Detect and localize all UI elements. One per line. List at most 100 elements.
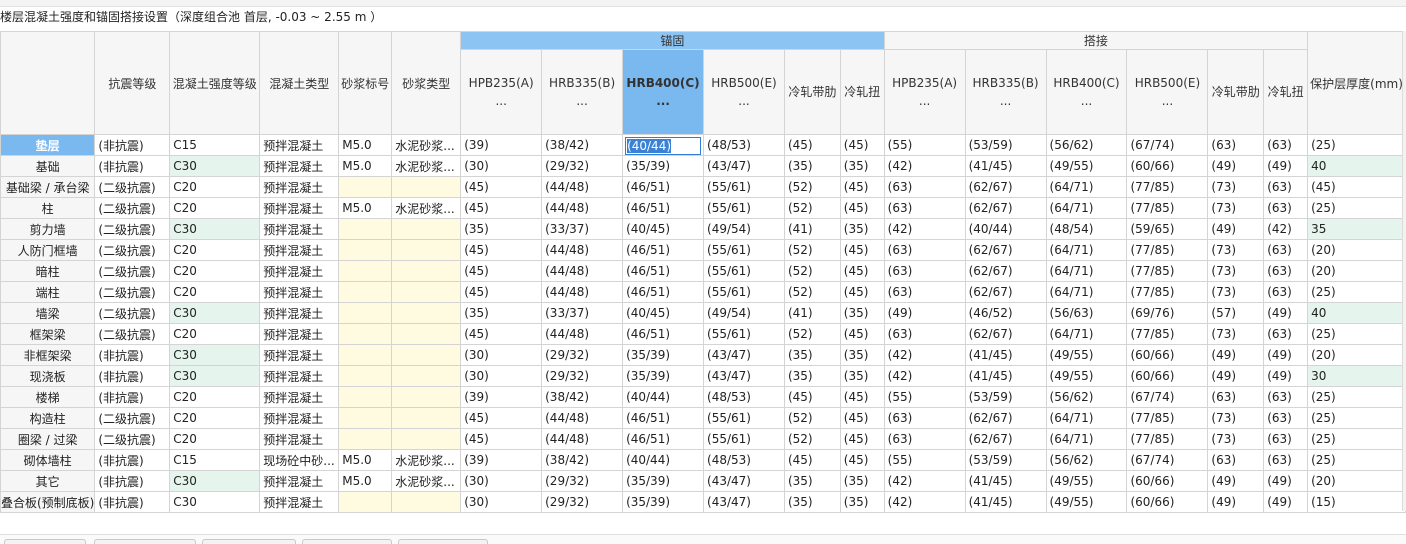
row-header[interactable]: 楼梯: [0, 386, 96, 408]
grid-cell[interactable]: (40/44): [964, 218, 1047, 240]
table-row[interactable]: 柱 (二级抗震) C20 预拌混凝土 M5.0 水泥砂浆... (45) (44/48) (46…: [0, 197, 1406, 219]
grid-cell[interactable]: (57): [1207, 302, 1265, 324]
grid-cell[interactable]: (63): [1263, 323, 1309, 345]
grid-cell[interactable]: (35/39): [622, 155, 705, 177]
grid-cell[interactable]: (45): [783, 386, 841, 408]
grid-cell[interactable]: (35/39): [622, 344, 705, 366]
grid-cell[interactable]: (63): [1263, 260, 1309, 282]
grid-cell[interactable]: M5.0: [338, 470, 393, 492]
row-header[interactable]: 柱: [0, 197, 96, 219]
grid-cell[interactable]: (55/61): [703, 176, 785, 198]
grid-cell[interactable]: (15): [1307, 491, 1406, 513]
grid-cell[interactable]: 预拌混凝土: [259, 134, 340, 156]
grid-cell[interactable]: (45): [839, 197, 885, 219]
grid-cell[interactable]: (二级抗震): [94, 218, 171, 240]
row-header[interactable]: 垫层: [0, 134, 96, 156]
grid-cell[interactable]: (44/48): [541, 260, 624, 282]
grid-cell[interactable]: (46/51): [622, 281, 705, 303]
grid-cell[interactable]: (49): [883, 302, 966, 324]
grid-cell[interactable]: (73): [1207, 239, 1265, 261]
column-header[interactable]: HPB235(A)...: [460, 49, 543, 135]
table-row[interactable]: 人防门框墙 (二级抗震) C20 预拌混凝土 (45) (44/48) (46/51) (55…: [0, 239, 1406, 261]
grid-cell[interactable]: (43/47): [703, 365, 785, 387]
grid-cell[interactable]: (40/45): [622, 218, 705, 240]
grid-cell[interactable]: (35): [839, 344, 885, 366]
grid-cell[interactable]: (55/61): [703, 407, 785, 429]
column-header[interactable]: 保护层厚度(mm): [1307, 31, 1406, 135]
grid-cell[interactable]: (25): [1307, 134, 1406, 156]
grid-cell[interactable]: (55/61): [703, 323, 785, 345]
grid-cell[interactable]: (67/74): [1126, 134, 1209, 156]
grid-cell[interactable]: (56/63): [1045, 302, 1128, 324]
grid-cell[interactable]: (25): [1307, 407, 1406, 429]
grid-cell[interactable]: C30: [169, 218, 261, 240]
grid-cell[interactable]: (45): [839, 386, 885, 408]
grid-cell[interactable]: (29/32): [541, 365, 624, 387]
grid-cell[interactable]: (43/47): [703, 155, 785, 177]
grid-cell[interactable]: (25): [1307, 428, 1406, 450]
grid-cell[interactable]: (30): [460, 491, 543, 513]
table-row[interactable]: 现浇板 (非抗震) C30 预拌混凝土 (30) (29/32) (35/39) (43/47…: [0, 365, 1406, 387]
grid-cell[interactable]: [391, 239, 462, 261]
grid-cell[interactable]: [338, 281, 393, 303]
grid-cell[interactable]: (45): [839, 449, 885, 471]
column-header[interactable]: HRB335(B)...: [964, 49, 1047, 135]
grid-cell[interactable]: (45): [839, 281, 885, 303]
grid-cell[interactable]: (35/39): [622, 470, 705, 492]
grid-cell[interactable]: (35): [839, 491, 885, 513]
grid-cell[interactable]: (62/67): [964, 407, 1047, 429]
grid-cell[interactable]: (41/45): [964, 491, 1047, 513]
grid-cell[interactable]: (44/48): [541, 239, 624, 261]
grid-cell[interactable]: (49/55): [1045, 344, 1128, 366]
grid-cell[interactable]: 预拌混凝土: [259, 428, 340, 450]
grid-cell[interactable]: (55/61): [703, 239, 785, 261]
grid-cell[interactable]: (25): [1307, 281, 1406, 303]
grid-cell[interactable]: (45): [839, 260, 885, 282]
column-header[interactable]: HRB335(B)...: [541, 49, 624, 135]
grid-cell[interactable]: (35): [783, 155, 841, 177]
grid-cell[interactable]: (63): [1207, 449, 1265, 471]
grid-cell[interactable]: (二级抗震): [94, 302, 171, 324]
grid-cell[interactable]: (38/42): [541, 449, 624, 471]
grid-cell[interactable]: (48/53): [703, 449, 785, 471]
column-header[interactable]: 冷轧扭: [1263, 49, 1309, 135]
grid-cell[interactable]: (42): [883, 365, 966, 387]
grid-cell[interactable]: (60/66): [1126, 344, 1209, 366]
grid-cell[interactable]: 预拌混凝土: [259, 365, 340, 387]
grid-cell[interactable]: [391, 218, 462, 240]
column-header[interactable]: 冷轧带肋: [783, 49, 841, 135]
grid-cell[interactable]: (二级抗震): [94, 281, 171, 303]
grid-cell[interactable]: (29/32): [541, 155, 624, 177]
grid-cell[interactable]: (20): [1307, 470, 1406, 492]
grid-cell[interactable]: [338, 323, 393, 345]
grid-cell[interactable]: (49): [1263, 344, 1309, 366]
grid-cell[interactable]: (63): [883, 197, 966, 219]
vertical-scrollbar[interactable]: [1402, 31, 1406, 511]
grid-cell[interactable]: (35): [839, 365, 885, 387]
grid-cell[interactable]: (41): [783, 302, 841, 324]
grid-cell[interactable]: (73): [1207, 407, 1265, 429]
grid-cell[interactable]: [338, 176, 393, 198]
column-header[interactable]: HPB235(A)...: [883, 49, 966, 135]
grid-cell[interactable]: (45): [460, 407, 543, 429]
grid-cell[interactable]: (25): [1307, 449, 1406, 471]
row-header[interactable]: 非框架梁: [0, 344, 96, 366]
grid-cell[interactable]: (非抗震): [94, 449, 171, 471]
grid-cell[interactable]: (35): [783, 365, 841, 387]
grid-cell[interactable]: (63): [1263, 281, 1309, 303]
grid-cell[interactable]: (52): [783, 428, 841, 450]
grid-cell[interactable]: (46/51): [622, 176, 705, 198]
grid-cell[interactable]: (48/53): [703, 386, 785, 408]
grid-cell[interactable]: (77/85): [1126, 239, 1209, 261]
row-header[interactable]: 框架梁: [0, 323, 96, 345]
grid-cell[interactable]: 40: [1307, 302, 1406, 324]
row-header[interactable]: 墙梁: [0, 302, 96, 324]
grid-cell[interactable]: 水泥砂浆...: [391, 449, 462, 471]
grid-cell[interactable]: (非抗震): [94, 491, 171, 513]
grid-cell[interactable]: (52): [783, 176, 841, 198]
grid-cell[interactable]: (46/51): [622, 323, 705, 345]
grid-cell[interactable]: (73): [1207, 176, 1265, 198]
grid-cell[interactable]: (44/48): [541, 176, 624, 198]
grid-cell[interactable]: (45): [839, 323, 885, 345]
grid-cell[interactable]: (56/62): [1045, 134, 1128, 156]
